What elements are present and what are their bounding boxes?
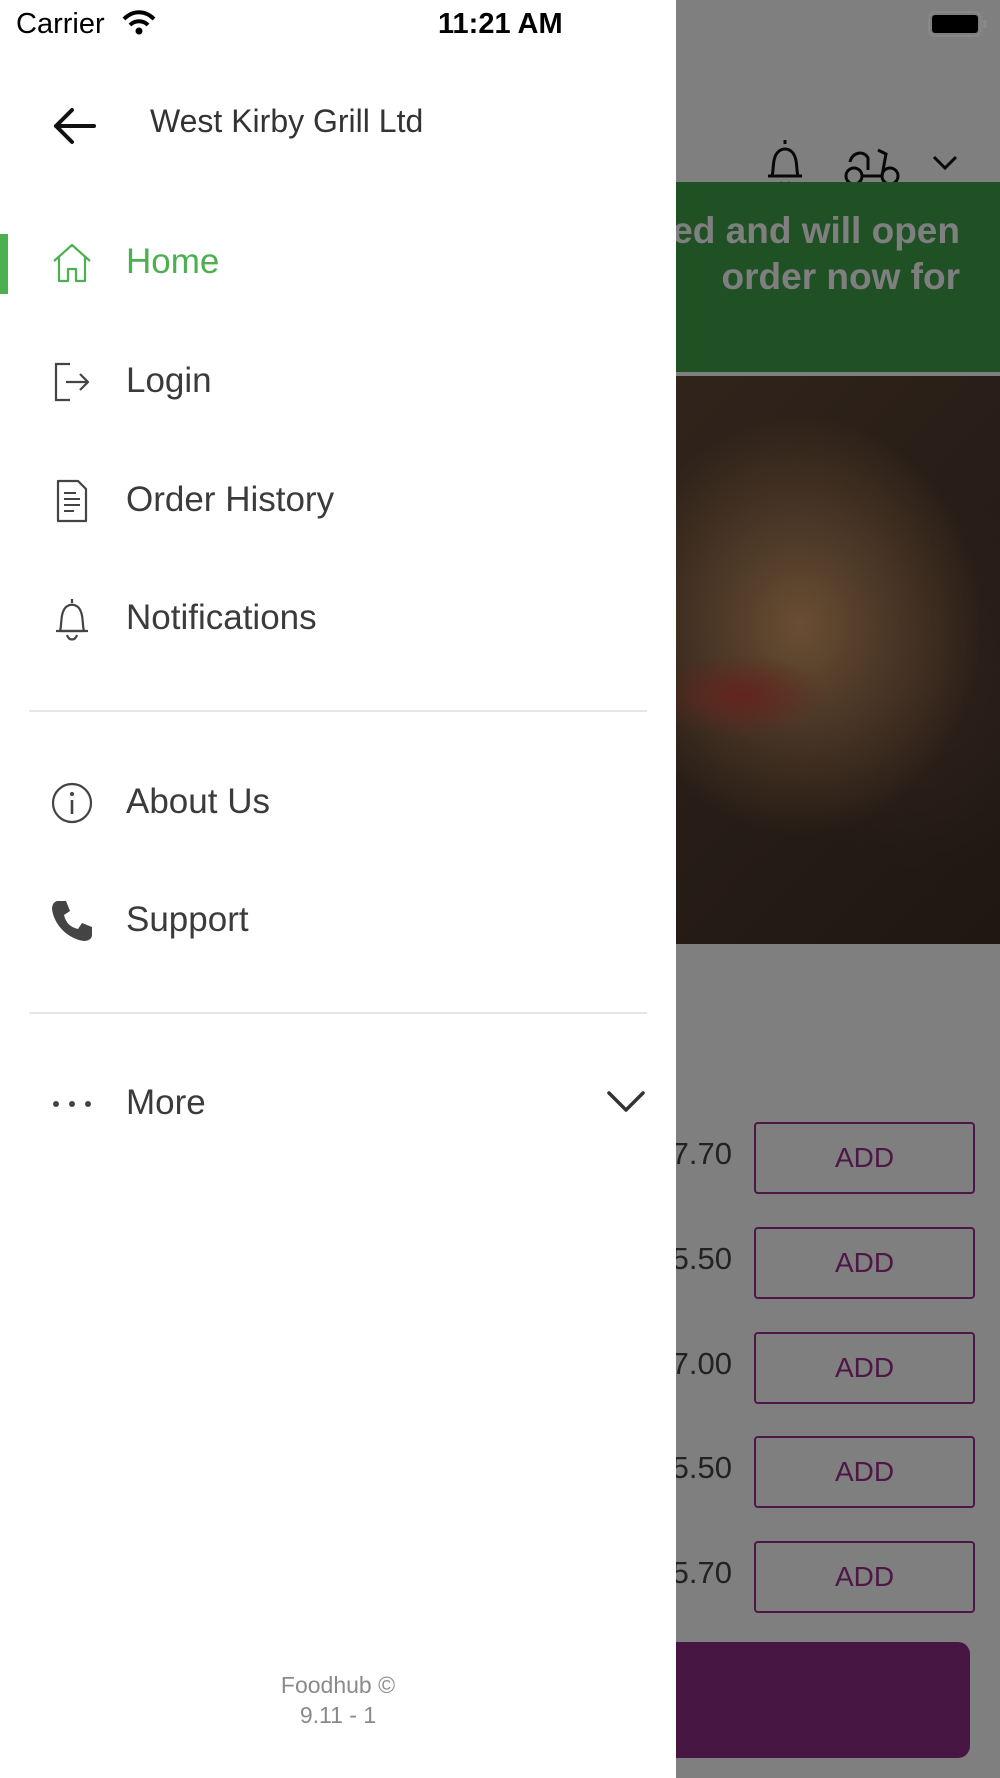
back-arrow-icon[interactable] xyxy=(48,100,100,152)
bell-icon xyxy=(56,599,88,641)
info-icon xyxy=(51,782,93,824)
navigation-drawer: West Kirby Grill Ltd Home Login Order Hi… xyxy=(0,0,676,1778)
drawer-item-home[interactable]: Home xyxy=(0,212,676,312)
clock: 11:21 AM xyxy=(438,8,563,40)
carrier-label: Carrier xyxy=(16,8,105,40)
status-bar: Carrier 11:21 AM xyxy=(0,0,1000,48)
footer-version: 9.11 - 1 xyxy=(299,1702,377,1728)
drawer-divider xyxy=(29,710,647,712)
store-name-title: West Kirby Grill Ltd xyxy=(150,103,424,139)
drawer-item-label: Support xyxy=(126,900,249,939)
receipt-icon xyxy=(56,479,88,523)
login-icon xyxy=(54,362,90,402)
drawer-item-more[interactable]: More xyxy=(0,1053,676,1153)
app-version-footer: Foodhub © 9.11 - 1 xyxy=(0,1670,676,1730)
drawer-item-label: Notifications xyxy=(126,598,317,637)
drawer-divider xyxy=(29,1012,647,1014)
drawer-item-label: Login xyxy=(126,361,212,400)
drawer-item-about-us[interactable]: About Us xyxy=(0,752,676,852)
battery-icon xyxy=(928,11,987,37)
home-icon xyxy=(53,243,91,283)
wifi-icon xyxy=(122,10,156,35)
drawer-item-label: About Us xyxy=(126,782,270,821)
drawer-item-order-history[interactable]: Order History xyxy=(0,450,676,550)
drawer-item-notifications[interactable]: Notifications xyxy=(0,568,676,668)
more-dots-icon xyxy=(53,1101,91,1107)
drawer-item-support[interactable]: Support xyxy=(0,870,676,970)
drawer-item-label: Order History xyxy=(126,480,335,519)
drawer-item-login[interactable]: Login xyxy=(0,331,676,431)
phone-icon xyxy=(52,901,92,941)
drawer-item-label: Home xyxy=(126,242,220,281)
drawer-header: West Kirby Grill Ltd xyxy=(0,70,676,180)
drawer-item-label: More xyxy=(126,1083,206,1122)
footer-brand: Foodhub © xyxy=(280,1672,396,1698)
active-indicator xyxy=(0,234,8,294)
chevron-down-icon[interactable] xyxy=(606,1087,646,1117)
